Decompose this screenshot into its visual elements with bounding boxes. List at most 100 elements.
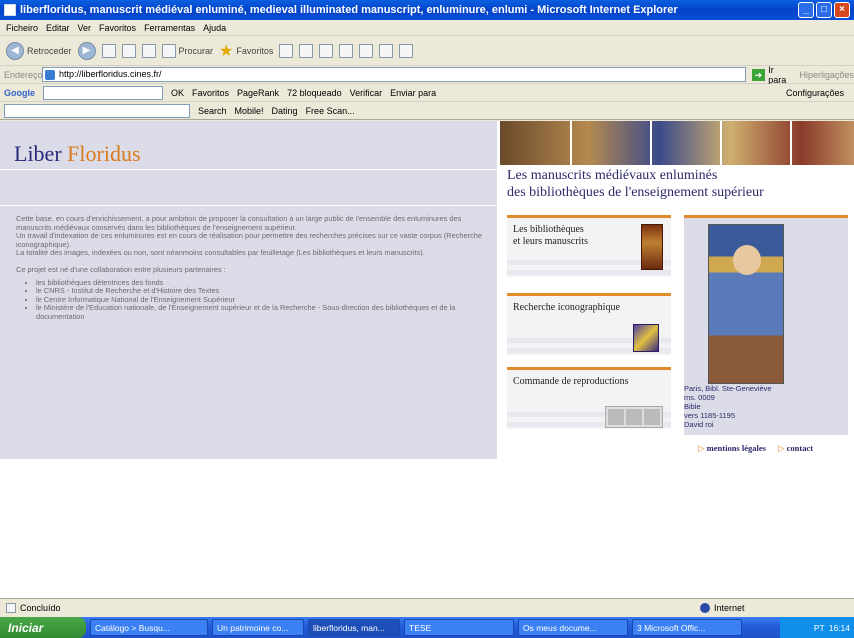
extra-search-button[interactable]: Search bbox=[198, 106, 227, 116]
dating-button[interactable]: Dating bbox=[272, 106, 298, 116]
links-label[interactable]: Hiperligações bbox=[799, 70, 854, 80]
popup-blocked[interactable]: 72 bloqueado bbox=[287, 88, 342, 98]
mobile-button[interactable]: Mobile! bbox=[235, 106, 264, 116]
manuscript-thumbnail bbox=[641, 224, 663, 270]
favorites-label: Favoritos bbox=[236, 45, 274, 56]
status-bar: Concluído Internet bbox=[0, 598, 854, 617]
history-icon[interactable] bbox=[279, 43, 294, 58]
go-label: Ir para bbox=[768, 64, 787, 85]
illumination-thumbnail bbox=[633, 324, 659, 352]
extra-search-input[interactable] bbox=[4, 103, 190, 118]
site-logo[interactable]: Liber Floridus bbox=[14, 141, 141, 167]
menu-file[interactable]: Ficheiro bbox=[6, 23, 38, 33]
menu-bar: Ficheiro Editar Ver Favoritos Ferramenta… bbox=[0, 20, 854, 36]
refresh-icon[interactable] bbox=[121, 43, 136, 58]
search-button[interactable]: Procurar bbox=[161, 43, 214, 58]
footer-links: mentions légales contact bbox=[698, 443, 813, 454]
intro-panel: Liber Floridus Cette base, en cours d'en… bbox=[0, 121, 497, 459]
mail-icon[interactable] bbox=[299, 43, 314, 58]
task-tese[interactable]: TESE bbox=[404, 619, 514, 636]
google-toolbar: Google OK Favoritos PageRank 72 bloquead… bbox=[0, 84, 854, 102]
back-button[interactable]: ◀ Retroceder bbox=[6, 41, 72, 60]
task-documents[interactable]: Os meus docume... bbox=[518, 619, 628, 636]
banner-divider bbox=[720, 121, 722, 165]
legal-link[interactable]: mentions légales bbox=[698, 443, 766, 454]
partners-list: les bibliothèques détentrices des fonds … bbox=[36, 278, 488, 322]
portrait-head bbox=[733, 245, 761, 275]
language-indicator[interactable]: PT bbox=[814, 623, 825, 633]
film-strip-icon bbox=[605, 406, 663, 428]
intro-text: Cette base, en cours d'enrichissement, a… bbox=[16, 214, 488, 322]
menu-edit[interactable]: Editar bbox=[46, 23, 70, 33]
zone-label: Internet bbox=[714, 603, 745, 613]
google-settings[interactable]: Configurações bbox=[786, 88, 844, 98]
partners-intro: Ce projet est né d'une collaboration ent… bbox=[16, 264, 226, 274]
close-button[interactable]: × bbox=[834, 2, 850, 18]
home-icon[interactable] bbox=[141, 43, 156, 58]
print-icon[interactable] bbox=[319, 43, 334, 58]
banner-divider bbox=[650, 121, 652, 165]
search-icon bbox=[161, 43, 176, 58]
banner-divider bbox=[790, 121, 792, 165]
task-catalogo[interactable]: Catálogo > Busqu... bbox=[90, 619, 208, 636]
freescan-button[interactable]: Free Scan... bbox=[306, 106, 355, 116]
extra-toolbar: Search Mobile! Dating Free Scan... bbox=[0, 102, 854, 120]
folder-icon[interactable] bbox=[359, 43, 374, 58]
logo-liber: Liber bbox=[14, 141, 62, 166]
pagerank[interactable]: PageRank bbox=[237, 88, 279, 98]
page-icon bbox=[45, 70, 55, 80]
research-icon[interactable] bbox=[399, 43, 414, 58]
window-title: liberfloridus, manuscrit médiéval enlumi… bbox=[20, 4, 678, 16]
headline-line: des bibliothèques de l'enseignement supé… bbox=[507, 185, 764, 200]
libraries-card[interactable]: Les bibliothèques et leurs manuscrits bbox=[507, 215, 671, 277]
task-office[interactable]: 3 Microsoft Offic... bbox=[632, 619, 742, 636]
divider bbox=[0, 205, 497, 206]
address-bar: Endereço http://liberfloridus.cines.fr/ … bbox=[0, 64, 854, 85]
status-text: Concluído bbox=[20, 603, 61, 613]
header-banner-image bbox=[500, 121, 854, 165]
task-patrimoine[interactable]: Un patrimoine co... bbox=[212, 619, 304, 636]
back-label: Retroceder bbox=[27, 45, 72, 56]
security-zone: Internet bbox=[700, 603, 745, 613]
messenger-icon[interactable] bbox=[379, 43, 394, 58]
featured-illumination[interactable]: Paris, Bibl. Ste-Geneviève ms. 0009 Bibl… bbox=[684, 215, 848, 435]
search-label: Procurar bbox=[178, 45, 214, 56]
start-button[interactable]: Iniciar bbox=[0, 617, 86, 638]
star-icon: ★ bbox=[219, 42, 234, 60]
google-search-input[interactable] bbox=[43, 85, 163, 100]
edit-icon[interactable] bbox=[339, 43, 354, 58]
done-icon bbox=[6, 603, 16, 613]
maximize-button[interactable]: □ bbox=[816, 2, 832, 18]
globe-icon bbox=[700, 603, 710, 613]
partner-item[interactable]: le Ministère de l'Education nationale, d… bbox=[36, 303, 488, 321]
card-title: Commande de reproductions bbox=[513, 376, 629, 387]
task-liberfloridus[interactable]: liberfloridus, man... bbox=[308, 619, 400, 636]
iconographic-search-card[interactable]: Recherche iconographique bbox=[507, 293, 671, 355]
menu-favorites[interactable]: Favoritos bbox=[99, 23, 136, 33]
title-bar: liberfloridus, manuscrit médiéval enlumi… bbox=[0, 0, 854, 20]
taskbar: Iniciar Catálogo > Busqu... Un patrimoin… bbox=[0, 617, 854, 638]
spellcheck[interactable]: Verificar bbox=[350, 88, 383, 98]
minimize-button[interactable]: _ bbox=[798, 2, 814, 18]
reproductions-card[interactable]: Commande de reproductions bbox=[507, 367, 671, 429]
address-input[interactable]: http://liberfloridus.cines.fr/ bbox=[42, 67, 746, 82]
go-button[interactable]: ➜ Ir para bbox=[751, 64, 794, 85]
forward-button[interactable]: ▶ bbox=[77, 41, 96, 60]
king-david-image bbox=[708, 224, 784, 384]
go-arrow-icon: ➜ bbox=[751, 68, 766, 81]
menu-view[interactable]: Ver bbox=[78, 23, 92, 33]
google-ok-button[interactable]: OK bbox=[171, 88, 184, 98]
favorites-button[interactable]: ★ Favoritos bbox=[219, 41, 273, 61]
menu-help[interactable]: Ajuda bbox=[203, 23, 226, 33]
forward-arrow-icon: ▶ bbox=[77, 41, 96, 60]
menu-tools[interactable]: Ferramentas bbox=[144, 23, 195, 33]
ie-icon bbox=[4, 4, 16, 16]
address-label: Endereço bbox=[4, 69, 43, 80]
send-to[interactable]: Enviar para bbox=[390, 88, 436, 98]
google-logo[interactable]: Google bbox=[4, 88, 35, 98]
contact-link[interactable]: contact bbox=[778, 443, 813, 454]
intro-paragraph: La totalité des images, indexées ou non,… bbox=[16, 248, 425, 258]
address-url: http://liberfloridus.cines.fr/ bbox=[59, 69, 162, 79]
google-favoritos[interactable]: Favoritos bbox=[192, 88, 229, 98]
stop-icon[interactable] bbox=[101, 43, 116, 58]
